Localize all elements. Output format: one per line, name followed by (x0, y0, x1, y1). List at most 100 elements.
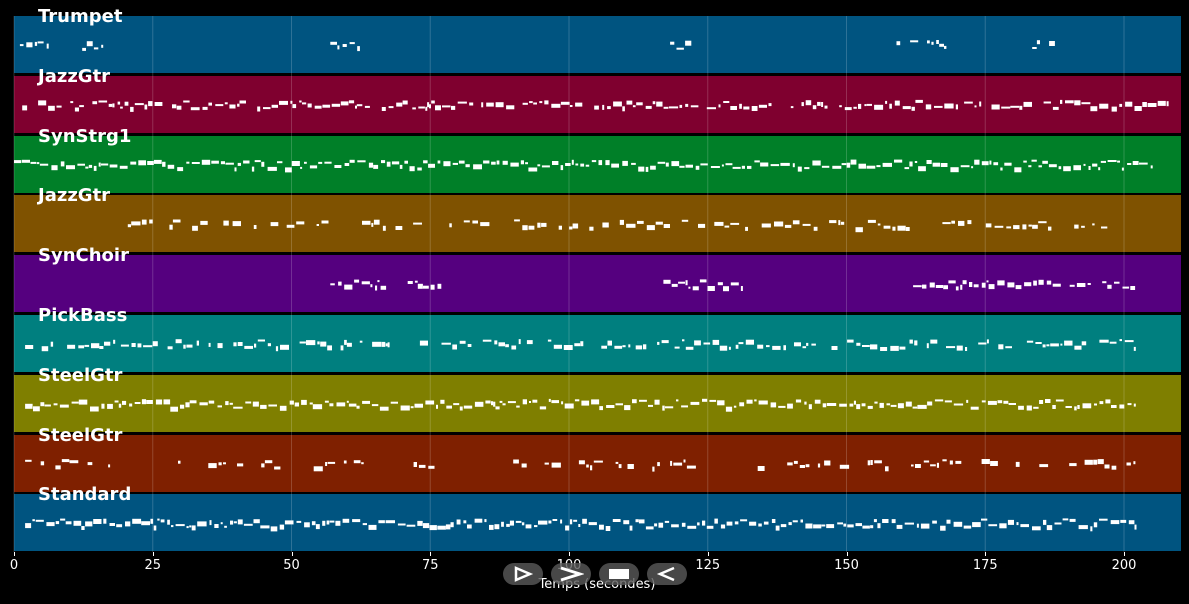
note-mark (306, 340, 316, 346)
note-mark (1142, 102, 1147, 107)
back-button[interactable] (647, 563, 687, 585)
x-tick-label: 125 (695, 558, 721, 573)
note-mark (719, 345, 728, 351)
note-mark (626, 223, 636, 228)
note-mark (944, 45, 947, 49)
note-mark (474, 518, 483, 523)
note-mark (949, 460, 953, 465)
note-mark (131, 343, 136, 347)
note-mark (116, 524, 123, 528)
note-mark (1013, 225, 1020, 230)
note-mark (1069, 284, 1075, 287)
note-mark (918, 166, 926, 172)
note-mark (539, 101, 543, 104)
note-mark (678, 281, 685, 284)
note-mark (805, 100, 812, 106)
stop-button[interactable] (599, 563, 639, 585)
note-mark (289, 400, 294, 405)
note-mark (703, 342, 711, 345)
note-mark (885, 100, 888, 104)
forward-button[interactable] (551, 563, 591, 585)
note-mark (544, 100, 549, 105)
note-mark (346, 400, 349, 403)
note-mark (35, 519, 44, 522)
note-mark (681, 522, 686, 527)
note-mark (966, 399, 969, 403)
note-mark (794, 342, 801, 347)
x-tick (846, 552, 848, 556)
note-mark (418, 464, 426, 468)
note-mark (694, 340, 701, 346)
play-button[interactable] (503, 563, 543, 585)
note-mark (114, 400, 119, 403)
note-mark (25, 345, 34, 349)
note-mark (910, 40, 919, 43)
note-mark (1076, 283, 1086, 287)
note-mark (148, 101, 153, 107)
note-mark (1092, 223, 1095, 226)
note-mark (152, 341, 158, 347)
back-icon (656, 566, 675, 582)
note-mark (400, 405, 410, 411)
note-mark (1119, 103, 1123, 107)
note-mark (1074, 100, 1081, 106)
note-mark (623, 520, 630, 525)
note-mark (26, 42, 33, 48)
note-mark (946, 346, 956, 349)
note-mark (274, 466, 281, 470)
note-mark (725, 163, 733, 166)
note-mark (324, 400, 329, 403)
note-mark (192, 225, 198, 231)
note-mark (913, 285, 922, 288)
note-mark (294, 402, 299, 407)
note-mark (162, 161, 166, 167)
note-mark (981, 459, 990, 464)
note-mark (230, 520, 234, 525)
note-mark (802, 346, 807, 349)
note-mark (541, 165, 550, 168)
note-mark (1020, 524, 1029, 528)
note-mark (843, 523, 847, 527)
note-mark (491, 401, 494, 406)
note-mark (167, 519, 170, 525)
note-mark (636, 102, 643, 106)
note-mark (1104, 464, 1110, 469)
note-mark (220, 522, 223, 525)
note-mark (986, 339, 989, 344)
note-mark (141, 399, 147, 405)
note-mark (104, 341, 111, 346)
note-mark (646, 225, 655, 231)
note-mark (329, 403, 334, 407)
note-mark (134, 402, 141, 404)
note-mark (745, 226, 748, 231)
note-mark (574, 343, 581, 347)
note-mark (522, 399, 527, 405)
note-mark (157, 518, 160, 521)
note-mark (418, 106, 425, 109)
note-mark (154, 102, 163, 106)
note-mark (218, 462, 222, 466)
note-mark (220, 161, 225, 165)
x-tick-label: 175 (972, 558, 998, 573)
note-mark (458, 160, 465, 164)
note-mark (607, 106, 611, 110)
note-mark (516, 405, 520, 408)
note-mark (735, 344, 739, 349)
note-mark (481, 102, 484, 108)
note-mark (419, 340, 428, 346)
note-mark (98, 100, 108, 103)
note-mark (548, 520, 552, 524)
note-mark (1038, 279, 1044, 285)
note-mark (429, 525, 437, 531)
note-mark (442, 105, 451, 108)
note-mark (237, 162, 241, 166)
note-mark (775, 525, 780, 531)
note-mark (1048, 164, 1057, 168)
note-mark (532, 399, 538, 403)
note-mark (417, 167, 422, 171)
note-mark (870, 525, 874, 529)
note-mark (150, 518, 154, 524)
note-mark (987, 400, 997, 405)
note-mark (362, 523, 367, 526)
note-mark (1023, 101, 1032, 107)
